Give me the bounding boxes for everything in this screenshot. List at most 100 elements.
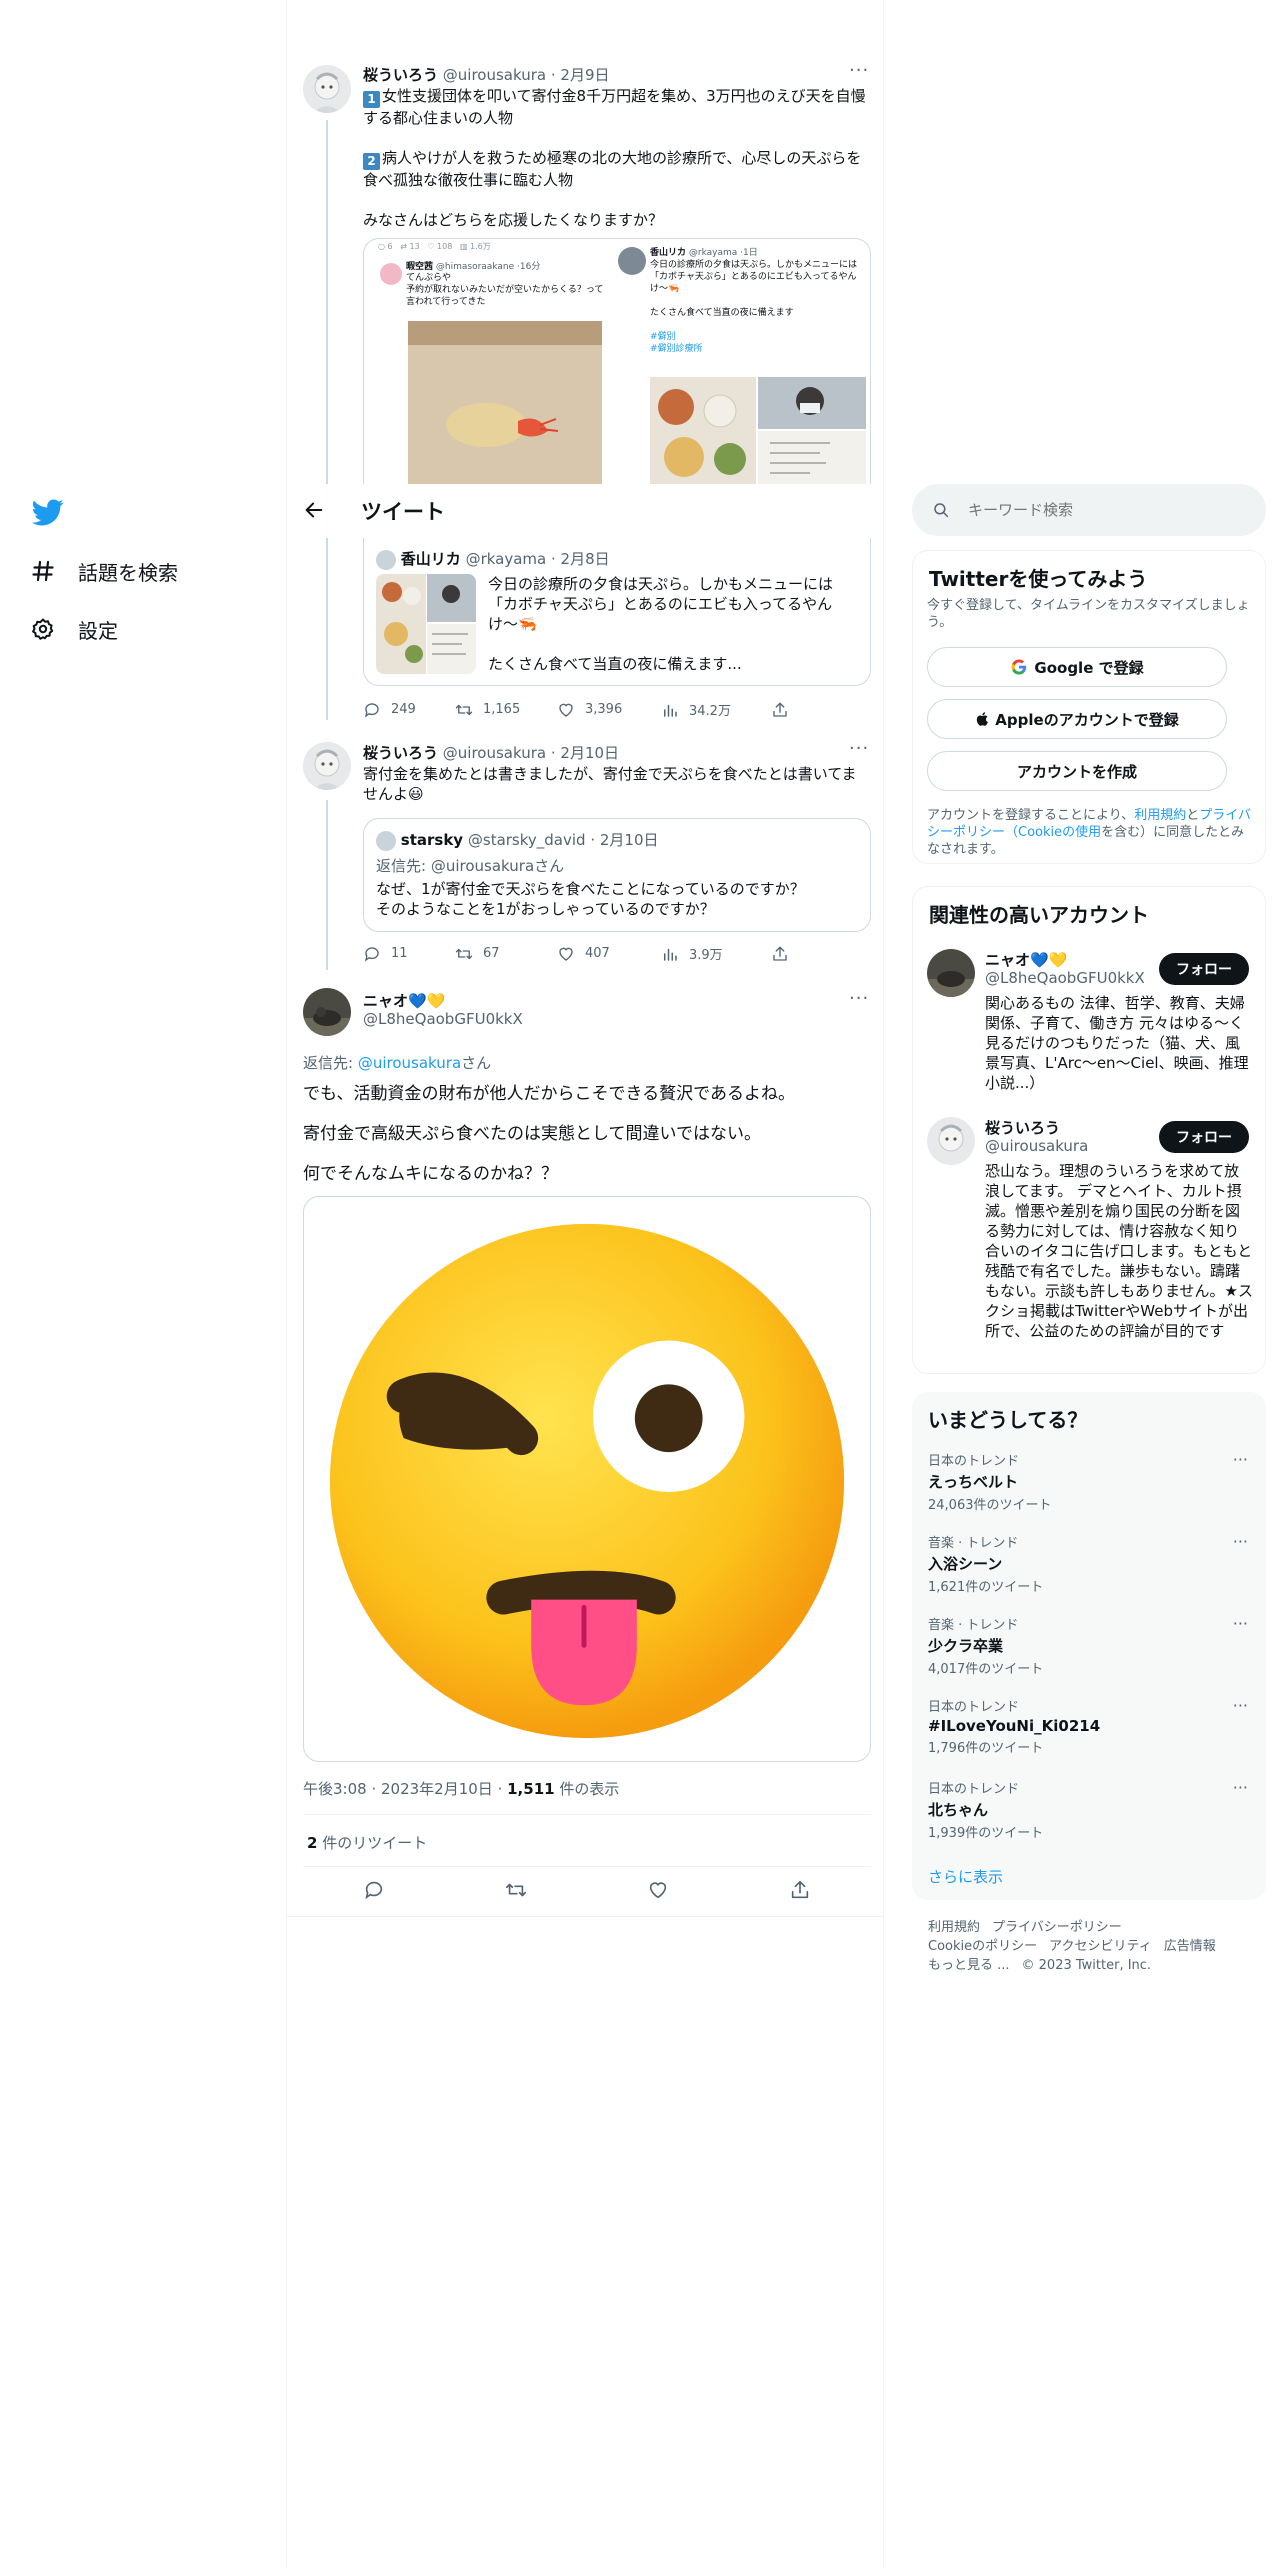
tweet-header: ニャオ💙💛 [363,990,445,1011]
trend-item[interactable]: 日本のトレンド #ILoveYouNi_Ki0214 1,796件のツイート ·… [928,1696,1248,1756]
footer-link[interactable]: プライバシーポリシー [992,1920,1122,1935]
like-count: 407 [585,946,610,961]
more-icon[interactable]: ··· [1233,1450,1248,1469]
retweet-icon [506,1883,526,1897]
footer-link[interactable]: Cookieのポリシー [928,1939,1037,1954]
nav-explore-label: 話題を検索 [78,560,178,585]
more-icon[interactable]: ··· [849,988,869,1009]
cookie-link[interactable]: （Cookieの使用 [1005,825,1101,840]
tweet-date[interactable]: 2月9日 [560,66,609,84]
avatar[interactable] [303,742,351,790]
account-handle[interactable]: @uirousakura [985,1137,1088,1155]
trend-name: 少クラ卒業 [928,1637,1004,1655]
tweet-actions: 11 67 407 3.9万 [363,944,799,963]
footer-link[interactable]: 利用規約 [928,1920,980,1935]
trend-item[interactable]: 音楽 · トレンド 入浴シーン 1,621件のツイート ··· [928,1532,1248,1595]
retweet-button[interactable]: 67 [455,945,557,963]
author-handle[interactable]: @L8heQaobGFU0kkX [363,1010,523,1028]
account-name[interactable]: ニャオ💙💛 [985,949,1067,970]
nav-explore[interactable]: 話題を検索 [30,551,178,591]
terms-link[interactable]: 利用規約 [1134,808,1186,823]
tweet-time[interactable]: 午後3:08 [303,1780,367,1798]
avatar[interactable] [927,1117,975,1165]
reply-button[interactable]: 11 [363,945,455,963]
more-icon[interactable]: ··· [1233,1614,1248,1633]
author-handle[interactable]: @uirousakura [443,744,546,762]
reply-count: 249 [391,702,416,717]
avatar[interactable] [927,949,975,997]
reply-button[interactable] [363,1879,385,1905]
show-more-link[interactable]: さらに表示 [928,1866,1003,1887]
retweet-count: 1,165 [483,702,521,717]
like-button[interactable] [647,1879,669,1905]
more-icon[interactable]: ··· [1233,1532,1248,1551]
trend-item[interactable]: 日本のトレンド えっちベルト 24,063件のツイート ··· [928,1450,1248,1513]
views-button[interactable]: 3.9万 [661,944,771,963]
tweet-media[interactable] [303,1196,871,1762]
footer-links: 利用規約 プライバシーポリシー Cookieのポリシー アクセシビリティ 広告情報 も… [928,1918,1248,1975]
tweet-date[interactable]: 2月10日 [560,744,619,762]
google-signup-button[interactable]: Google で登録 [927,647,1227,687]
follow-button[interactable]: フォロー [1159,1121,1249,1153]
page-title: ツイート [361,500,445,524]
retweets-summary[interactable]: 2 件のリツイート [307,1832,427,1853]
author-name[interactable]: ニャオ💙💛 [363,992,445,1010]
image-right-avatar [618,247,646,275]
like-button[interactable]: 3,396 [557,701,661,719]
main-tweet-text: でも、活動資金の財布が他人だからこそできる贅沢であるよね。 寄付金で高級天ぷら食… [303,1082,863,1186]
trend-item[interactable]: 音楽 · トレンド 少クラ卒業 4,017件のツイート ··· [928,1614,1248,1677]
more-icon[interactable]: ··· [1233,1696,1248,1715]
more-icon[interactable]: ··· [849,738,869,759]
views-button[interactable]: 34.2万 [661,700,771,719]
signup-panel: Twitterを使ってみよう 今すぐ登録して、タイムラインをカスタマイズしましょ… [912,550,1266,864]
nav-settings[interactable]: 設定 [30,609,118,649]
footer-link[interactable]: 広告情報 [1164,1939,1216,1954]
quote-tweet-card[interactable]: starsky @starsky_david · 2月10日 返信先: @uir… [363,818,871,932]
tweet-text: 1 女性支援団体を叩いて寄付金8千万円超を集め、3万円也のえび天を自慢する都心住ま… [363,86,871,230]
reply-to-handle[interactable]: @uirousakura [358,1054,461,1072]
share-button[interactable] [789,1879,811,1905]
trend-context: 日本のトレンド [928,1454,1020,1469]
twitter-bird-icon[interactable] [31,496,64,528]
author-name[interactable]: 桜ういろう [363,744,438,762]
trend-item[interactable]: 日本のトレンド 北ちゃん 1,939件のツイート ··· [928,1778,1248,1841]
more-icon[interactable]: ··· [849,60,869,81]
reply-icon [364,946,379,962]
tweet-image[interactable]: ○ 6 ⇄ 13 ♡ 108 ▥ 1.6万 暇空茜 @himasoraakane… [363,238,871,484]
tweet-paragraph: 何でそんなムキになるのかね？？ [303,1164,558,1184]
retweet-button[interactable]: 1,165 [455,701,557,719]
footer-link[interactable]: もっと見る ... [928,1958,1010,1973]
account-handle[interactable]: @L8heQaobGFU0kkX [985,969,1145,987]
tweet-header: 桜ういろう @uirousakura · 2月9日 [363,66,610,84]
arrow-left-icon[interactable] [303,499,327,523]
like-button[interactable]: 407 [557,945,661,963]
reply-to-label: 返信先: @uirousakuraさん [303,1054,492,1072]
image-left-header: 暇空茜 @himasoraakane ·16分 [406,262,541,272]
author-name[interactable]: 桜ういろう [363,66,438,84]
search-input[interactable] [968,501,1228,519]
heart-icon [559,947,573,961]
trend-count: 1,796件のツイート [928,1741,1044,1756]
create-account-button[interactable]: アカウントを作成 [927,751,1227,791]
trend-context: 日本のトレンド [928,1782,1020,1797]
follow-button[interactable]: フォロー [1159,953,1249,985]
tweet-full-date[interactable]: 2023年2月10日 [381,1780,493,1798]
reply-button[interactable]: 249 [363,701,455,719]
more-icon[interactable]: ··· [1233,1778,1248,1797]
trend-count: 1,621件のツイート [928,1580,1044,1595]
apple-signup-button[interactable]: Appleのアカウントで登録 [927,699,1227,739]
account-name[interactable]: 桜ういろう [985,1117,1060,1138]
search-bar[interactable] [912,484,1266,536]
avatar[interactable] [303,988,351,1036]
quote-tweet-card[interactable]: 香山リカ @rkayama · 2月8日 今日の診療所の夕食は天ぷら。しかもメニ… [363,538,871,686]
share-button[interactable] [771,701,799,719]
image-left-panel: ○ 6 ⇄ 13 ♡ 108 ▥ 1.6万 暇空茜 @himasoraakane… [372,239,612,484]
avatar[interactable] [303,65,351,113]
related-accounts-panel: 関連性の高いアカウント ニャオ💙💛 @L8heQaobGFU0kkX フォロー … [912,886,1266,1374]
share-button[interactable] [771,945,799,963]
views-icon [664,948,677,961]
image-right-text: 今日の診療所の夕食は天ぷら。しかもメニューには「カボチャ天ぷら」とあるのにエビも… [650,260,858,354]
footer-link[interactable]: アクセシビリティ [1049,1939,1152,1954]
author-handle[interactable]: @uirousakura [443,66,546,84]
retweet-button[interactable] [505,1879,527,1905]
